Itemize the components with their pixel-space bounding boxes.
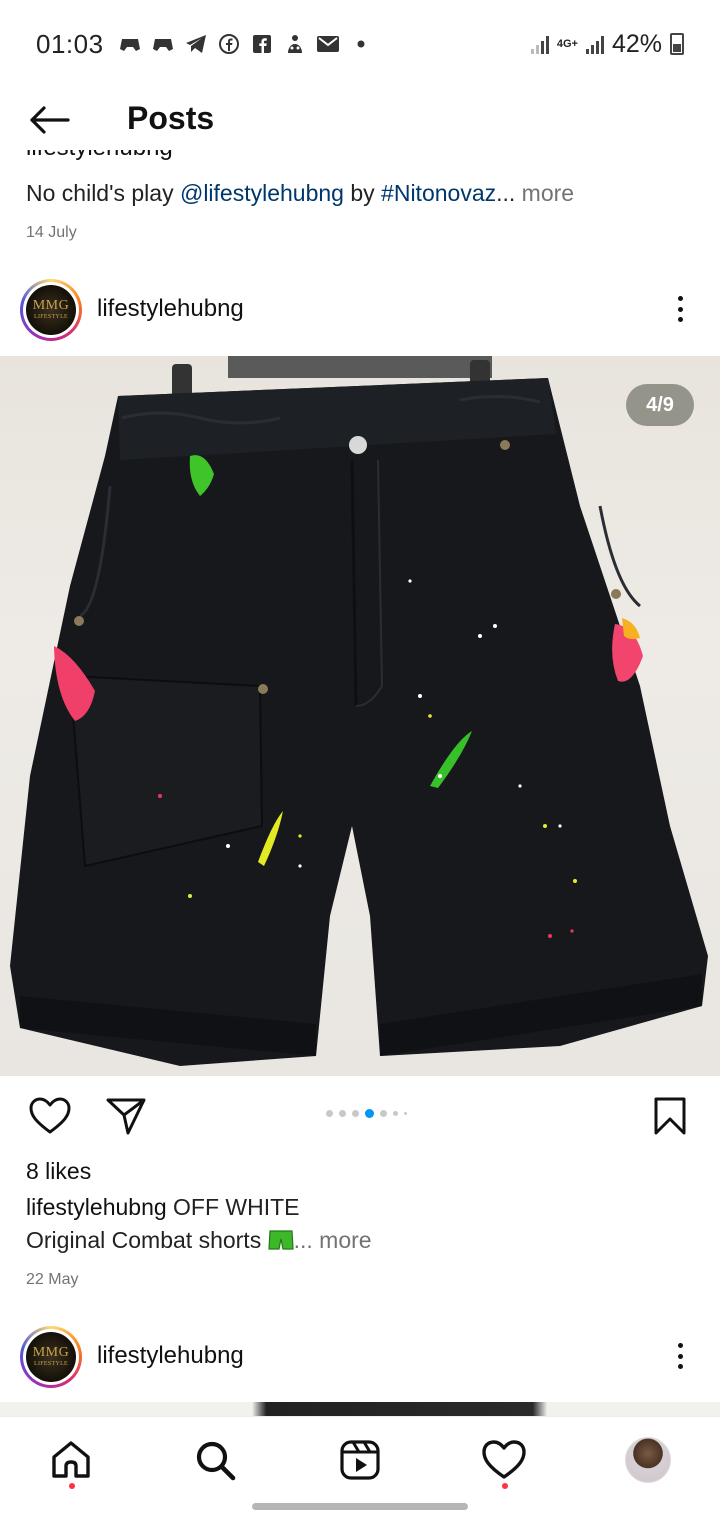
post-date: 22 May: [26, 1271, 79, 1288]
activity-heart-icon[interactable]: [479, 1435, 529, 1485]
shorts-emoji-icon: [267, 1230, 294, 1250]
next-post-header: MMG LIFESTYLE lifestylehubng: [0, 1326, 720, 1392]
mention-link[interactable]: @lifestylehubng: [180, 180, 344, 206]
previous-post-caption: No child's play @lifestylehubng by #Nito…: [26, 180, 575, 206]
home-notification-dot: [69, 1483, 75, 1489]
telegram-icon: [184, 33, 208, 55]
top-bar: Posts: [0, 90, 720, 150]
avatar[interactable]: MMG LIFESTYLE: [20, 1326, 82, 1388]
heart-icon[interactable]: [28, 1094, 72, 1138]
facebook-icon: [217, 33, 241, 55]
next-post-image[interactable]: [0, 1402, 720, 1416]
signal-icon: [530, 34, 549, 54]
network-type: 4G+: [556, 37, 578, 50]
carousel-indicator: [326, 1109, 407, 1118]
mail-icon: [316, 33, 340, 55]
carousel-counter: 4/9: [626, 384, 694, 426]
dot-icon: [349, 33, 373, 55]
status-bar: 01:03 4G+ 42%: [0, 0, 720, 88]
app-icon: [283, 33, 307, 55]
activity-notification-dot: [502, 1483, 508, 1489]
profile-avatar[interactable]: [623, 1435, 673, 1485]
home-icon[interactable]: [46, 1435, 96, 1485]
reels-icon[interactable]: [335, 1435, 385, 1485]
signal-icon: [585, 34, 604, 54]
post-caption: lifestylehubng OFF WHITE: [26, 1194, 300, 1220]
profile-picture: [625, 1437, 671, 1483]
post-header: MMG LIFESTYLE lifestylehubng: [0, 279, 720, 345]
battery-percent: 42%: [611, 29, 662, 58]
more-link[interactable]: more: [515, 180, 574, 206]
page-title: Posts: [127, 100, 215, 136]
post-image[interactable]: 4/9: [0, 356, 720, 1076]
home-indicator[interactable]: [252, 1503, 468, 1510]
more-options-icon[interactable]: [668, 293, 692, 325]
post-actions: [0, 1090, 720, 1142]
game-icon: [151, 33, 175, 55]
facebook-icon: [250, 33, 274, 55]
search-icon[interactable]: [190, 1435, 240, 1485]
notification-icons: [118, 33, 373, 55]
more-link[interactable]: more: [313, 1227, 371, 1253]
more-options-icon[interactable]: [668, 1340, 692, 1372]
caption-username[interactable]: lifestylehubng: [26, 1194, 167, 1220]
avatar[interactable]: MMG LIFESTYLE: [20, 279, 82, 341]
post-caption-line2: Original Combat shorts ... more: [26, 1227, 372, 1253]
bookmark-icon[interactable]: [648, 1094, 692, 1138]
post-username[interactable]: lifestylehubng: [97, 1342, 244, 1370]
share-icon[interactable]: [104, 1094, 148, 1138]
game-icon: [118, 33, 142, 55]
likes-count[interactable]: 8 likes: [26, 1158, 91, 1185]
shorts-photo: [10, 356, 708, 1066]
battery-icon: [670, 33, 684, 55]
brand-logo: MMG LIFESTYLE: [26, 285, 76, 335]
hashtag-link[interactable]: #Nitonovaz: [381, 180, 496, 206]
cut-off-caption: lifestylehubng: [26, 150, 236, 164]
brand-logo: MMG LIFESTYLE: [26, 1332, 76, 1382]
status-time: 01:03: [36, 28, 104, 59]
previous-post-date: 14 July: [26, 224, 77, 241]
post-username[interactable]: lifestylehubng: [97, 295, 244, 323]
back-arrow-icon[interactable]: [26, 98, 72, 142]
